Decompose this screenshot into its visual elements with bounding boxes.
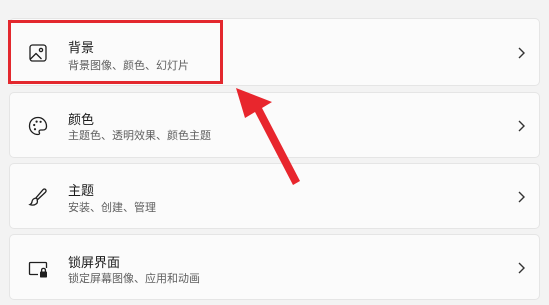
chevron-right-icon [515,46,527,60]
chevron-right-icon [515,190,527,204]
image-icon [26,41,50,65]
chevron-right-icon [515,261,527,275]
settings-item-lock-screen[interactable]: 锁屏界面 锁定屏幕图像、应用和动画 [9,234,540,300]
lock-screen-icon [26,257,50,281]
settings-item-background[interactable]: 背景 背景图像、颜色、幻灯片 [9,18,540,86]
brush-icon [26,185,50,209]
settings-item-subtitle: 主题色、透明效果、颜色主题 [68,129,211,142]
settings-item-title: 锁屏界面 [68,256,121,271]
settings-item-subtitle: 锁定屏幕图像、应用和动画 [68,272,200,285]
chevron-right-icon [515,119,527,133]
settings-item-subtitle: 安装、创建、管理 [68,201,156,214]
settings-item-subtitle: 背景图像、颜色、幻灯片 [68,59,189,72]
settings-item-colors[interactable]: 颜色 主题色、透明效果、颜色主题 [9,92,540,158]
palette-icon [26,114,50,138]
settings-item-themes[interactable]: 主题 安装、创建、管理 [9,163,540,229]
settings-item-title: 颜色 [68,113,95,128]
settings-item-title: 背景 [68,41,95,56]
settings-item-title: 主题 [68,184,95,199]
